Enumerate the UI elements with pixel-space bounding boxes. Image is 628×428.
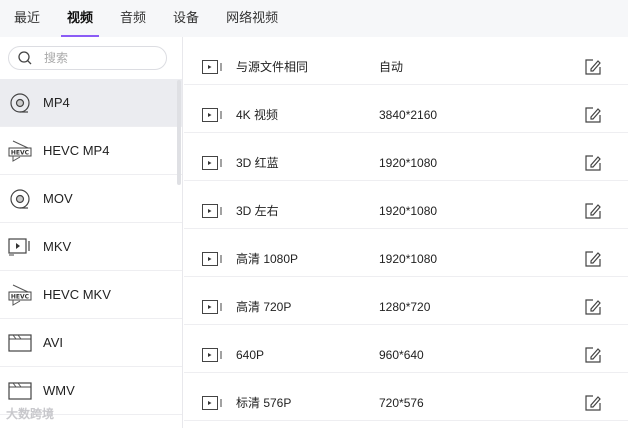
format-item[interactable]: MP4 xyxy=(0,79,182,127)
format-label: AVI xyxy=(43,335,63,350)
preset-resolution: 960*640 xyxy=(379,347,424,362)
search-input[interactable] xyxy=(44,51,144,65)
format-label: WMV xyxy=(43,383,75,398)
preset-resolution: 1920*1080 xyxy=(379,251,438,266)
hevc-icon: HEVC xyxy=(8,140,32,162)
preset-name: 3D 左右 xyxy=(236,204,279,218)
preset-row[interactable]: 标清 576P 720*576 xyxy=(184,373,628,421)
preset-name: 4K 视频 xyxy=(236,108,279,122)
preset-resolution: 3840*2160 xyxy=(379,107,438,122)
edit-icon[interactable] xyxy=(584,202,602,220)
video-icon xyxy=(202,203,222,218)
edit-icon[interactable] xyxy=(584,250,602,268)
preset-row[interactable]: 与源文件相同 自动 xyxy=(184,37,628,85)
search-icon xyxy=(18,51,32,65)
tab-0[interactable]: 最近 xyxy=(14,0,40,37)
edit-icon[interactable] xyxy=(584,394,602,412)
edit-icon[interactable] xyxy=(584,154,602,172)
format-label: HEVC MKV xyxy=(43,287,111,302)
video-icon xyxy=(202,107,222,122)
video-icon xyxy=(202,299,222,314)
video-icon xyxy=(202,395,222,410)
video-camera-icon xyxy=(8,237,32,257)
format-item[interactable]: HEVC HEVC MP4 xyxy=(0,127,182,175)
hevc-icon: HEVC xyxy=(8,284,32,306)
preset-resolution: 720*576 xyxy=(379,395,424,410)
preset-row[interactable]: 高清 1080P 1920*1080 xyxy=(184,229,628,277)
tab-4[interactable]: 网络视频 xyxy=(226,0,278,37)
preset-name: 640P xyxy=(236,347,265,362)
disc-icon xyxy=(8,188,32,209)
edit-icon[interactable] xyxy=(584,298,602,316)
preset-resolution: 1920*1080 xyxy=(379,155,438,170)
svg-text:HEVC: HEVC xyxy=(11,149,30,156)
preset-name: 高清 1080P xyxy=(236,252,299,266)
format-list: MP4 HEVC HEVC MP4 MOV MKV HEVC HEVC MKV AVI WMV xyxy=(0,79,182,415)
preset-row[interactable]: 3D 左右 1920*1080 xyxy=(184,181,628,229)
edit-icon[interactable] xyxy=(584,346,602,364)
preset-row[interactable]: 高清 720P 1280*720 xyxy=(184,277,628,325)
video-icon xyxy=(202,155,222,170)
preset-resolution: 自动 xyxy=(379,60,404,74)
preset-resolution: 1280*720 xyxy=(379,299,431,314)
edit-icon[interactable] xyxy=(584,58,602,76)
format-label: MP4 xyxy=(43,95,70,110)
tab-bar: 最近 视频 音频 设备 网络视频 xyxy=(0,0,628,37)
video-icon xyxy=(202,59,222,74)
tab-3[interactable]: 设备 xyxy=(173,0,199,37)
preset-name: 高清 720P xyxy=(236,300,292,314)
preset-name: 与源文件相同 xyxy=(236,60,309,74)
preset-name: 3D 红蓝 xyxy=(236,156,279,170)
watermark: 大数跨境 xyxy=(6,407,55,421)
format-label: MOV xyxy=(43,191,73,206)
search-box[interactable] xyxy=(8,46,167,70)
preset-row[interactable]: 3D 红蓝 1920*1080 xyxy=(184,133,628,181)
tab-1[interactable]: 视频 xyxy=(61,0,100,37)
edit-icon[interactable] xyxy=(584,106,602,124)
preset-name: 标清 576P xyxy=(236,396,292,410)
preset-list: 与源文件相同 自动 4K 视频 3840*2160 3D 红蓝 1920*1080 3D 左… xyxy=(184,37,628,428)
preset-row[interactable]: 640P 960*640 xyxy=(184,325,628,373)
video-icon xyxy=(202,347,222,362)
format-sidebar: MP4 HEVC HEVC MP4 MOV MKV HEVC HEVC MKV AVI WMV xyxy=(0,37,183,428)
format-label: HEVC MP4 xyxy=(43,143,110,158)
video-icon xyxy=(202,251,222,266)
preset-resolution: 1920*1080 xyxy=(379,203,438,218)
format-item[interactable]: MKV xyxy=(0,223,182,271)
svg-text:HEVC: HEVC xyxy=(11,293,30,300)
clapperboard-icon xyxy=(8,333,32,353)
preset-row[interactable]: 4K 视频 3840*2160 xyxy=(184,85,628,133)
format-label: MKV xyxy=(43,239,72,254)
scrollbar[interactable] xyxy=(177,80,181,185)
format-item[interactable]: MOV xyxy=(0,175,182,223)
tab-2[interactable]: 音频 xyxy=(120,0,146,37)
disc-icon xyxy=(8,92,32,113)
format-item[interactable]: HEVC HEVC MKV xyxy=(0,271,182,319)
format-item[interactable]: AVI xyxy=(0,319,182,367)
clapperboard-icon xyxy=(8,381,32,401)
